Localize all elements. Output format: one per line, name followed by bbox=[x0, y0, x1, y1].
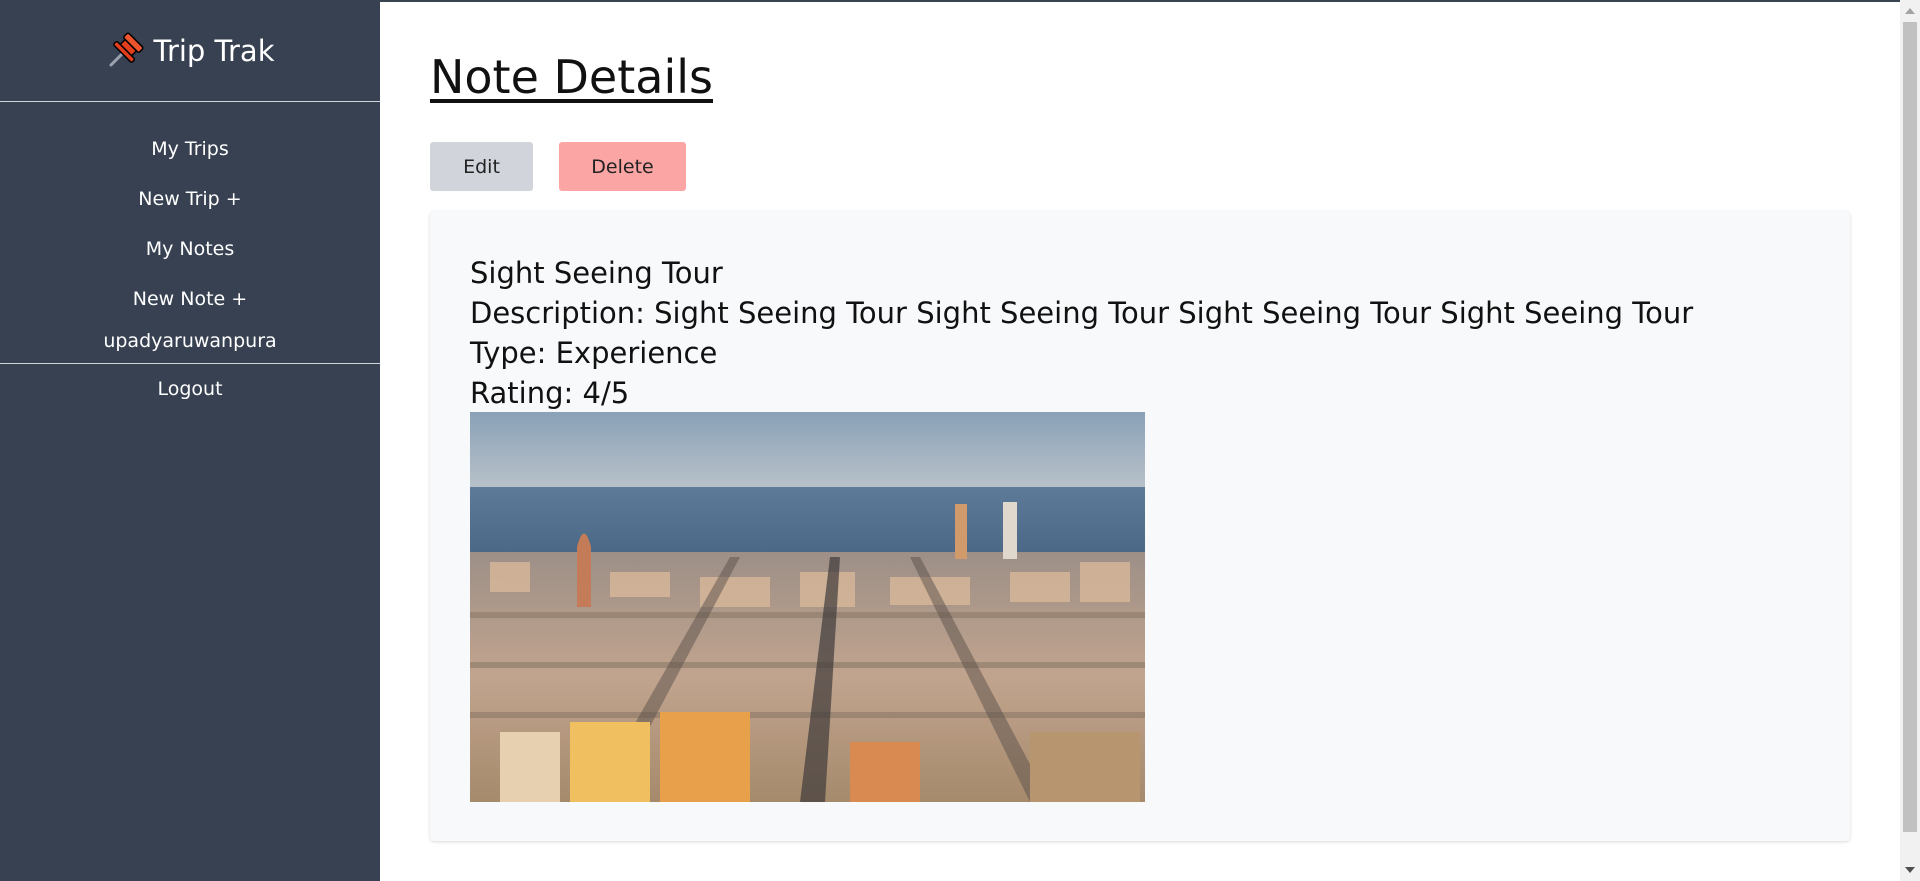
note-rating: Rating: 4/5 bbox=[470, 376, 630, 410]
sidebar-item-my-trips[interactable]: My Trips bbox=[0, 124, 380, 174]
username-label: upadyaruwanpura bbox=[0, 324, 380, 364]
note-card: Sight Seeing Tour Description: Sight See… bbox=[430, 211, 1850, 841]
edit-button[interactable]: Edit bbox=[430, 142, 533, 191]
scroll-thumb[interactable] bbox=[1903, 22, 1917, 832]
page-title: Note Details bbox=[430, 50, 713, 104]
note-description: Description: Sight Seeing Tour Sight See… bbox=[470, 296, 1694, 330]
scrollbar[interactable] bbox=[1900, 0, 1920, 881]
note-type: Type: Experience bbox=[470, 336, 718, 370]
sidebar-item-new-note[interactable]: New Note + bbox=[0, 274, 380, 324]
sidebar-item-new-trip[interactable]: New Trip + bbox=[0, 174, 380, 224]
sidebar: Trip Trak My Trips New Trip + My Notes N… bbox=[0, 0, 380, 881]
scroll-down-icon[interactable] bbox=[1905, 867, 1915, 873]
note-details: Sight Seeing Tour Description: Sight See… bbox=[470, 253, 1693, 413]
pushpin-icon bbox=[106, 32, 144, 70]
sidebar-item-my-notes[interactable]: My Notes bbox=[0, 224, 380, 274]
delete-button[interactable]: Delete bbox=[559, 142, 686, 191]
scroll-up-icon[interactable] bbox=[1905, 8, 1915, 14]
brand-title: Trip Trak bbox=[153, 33, 275, 68]
logout-link[interactable]: Logout bbox=[0, 374, 380, 414]
sidebar-nav: My Trips New Trip + My Notes New Note + bbox=[0, 124, 380, 324]
note-photo bbox=[470, 412, 1145, 802]
brand[interactable]: Trip Trak bbox=[0, 0, 380, 102]
note-name: Sight Seeing Tour bbox=[470, 256, 723, 290]
